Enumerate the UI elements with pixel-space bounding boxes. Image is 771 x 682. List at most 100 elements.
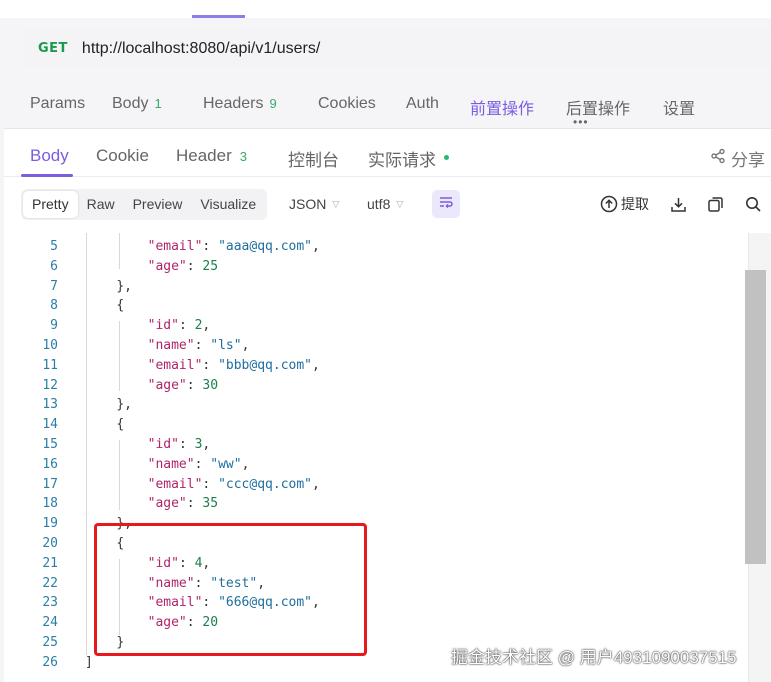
line-number: 16: [42, 456, 58, 472]
resp-tab-header-label: Header: [176, 146, 232, 165]
highlight-box: [94, 523, 367, 656]
json-number: 25: [202, 258, 219, 274]
chevron-down-icon: ▽: [332, 199, 340, 209]
line-number: 21: [42, 555, 58, 571]
share-label: 分享: [731, 151, 765, 170]
code-text: ]: [85, 653, 93, 673]
encoding-select[interactable]: utf8 ▽: [367, 196, 403, 212]
tab-auth-label: Auth: [406, 95, 439, 112]
request-url[interactable]: http://localhost:8080/api/v1/users/: [82, 40, 320, 58]
json-punctuation: },: [116, 278, 132, 294]
json-key: "email": [147, 239, 203, 254]
resp-tab-cookie-label: Cookie: [96, 146, 149, 165]
resp-tab-body[interactable]: Body: [30, 146, 69, 166]
line-number: 20: [42, 536, 58, 551]
json-punctuation: :: [178, 437, 195, 452]
download-button[interactable]: [670, 192, 687, 216]
resp-tab-actual-request[interactable]: 实际请求: [368, 146, 449, 171]
format-select[interactable]: JSON ▽: [289, 196, 339, 212]
code-text: "email": "bbb@qq.com",: [148, 356, 320, 376]
line-number: 7: [50, 278, 58, 294]
resp-tab-header-count: 3: [239, 149, 247, 164]
json-punctuation: :: [194, 338, 211, 353]
line-number: 23: [42, 595, 58, 611]
resp-tab-cookie[interactable]: Cookie: [96, 146, 149, 166]
code-text: "email": "ccc@qq.com",: [148, 475, 320, 495]
code-line: 12 "age": 30: [4, 376, 748, 396]
json-key: "age": [147, 377, 187, 393]
json-punctuation: ,: [202, 318, 211, 334]
code-line: 15 "id": 3,: [4, 435, 748, 455]
tab-cookies-label: Cookies: [318, 95, 376, 112]
tab-params[interactable]: Params: [30, 95, 85, 113]
tab-body-count: 1: [154, 96, 162, 111]
code-text: "age": 35: [148, 494, 218, 514]
url-bar[interactable]: GET http://localhost:8080/api/v1/users/: [22, 29, 771, 68]
code-line: 17 "email": "ccc@qq.com",: [4, 475, 748, 495]
top-tab-indicator: [192, 15, 245, 18]
json-punctuation: {: [116, 417, 125, 433]
resp-tab-header[interactable]: Header 3: [176, 146, 247, 166]
json-punctuation: :: [178, 318, 195, 334]
view-mode-preview[interactable]: Preview: [124, 191, 192, 218]
json-punctuation: :: [194, 456, 211, 472]
code-text: "id": 3,: [148, 435, 211, 455]
copy-icon: [707, 196, 724, 213]
json-punctuation: :: [186, 258, 203, 274]
tab-headers[interactable]: Headers 9: [203, 95, 277, 113]
scrollbar-thumb[interactable]: [745, 270, 766, 564]
code-line: 10 "name": "ls",: [4, 336, 748, 356]
format-select-value: JSON: [289, 196, 327, 212]
json-punctuation: ,: [312, 476, 320, 492]
code-line: 5 "email": "aaa@qq.com",: [4, 237, 748, 257]
code-line: 14 {: [4, 415, 748, 435]
json-key: "email": [147, 357, 203, 373]
json-key: "email": [147, 476, 203, 492]
json-punctuation: :: [202, 239, 219, 254]
json-string: "ls": [210, 338, 242, 353]
code-text: },: [116, 395, 132, 415]
tab-body[interactable]: Body 1: [112, 95, 162, 113]
json-string: "ccc@qq.com": [218, 476, 312, 492]
search-icon: [745, 196, 762, 213]
tab-params-label: Params: [30, 95, 86, 112]
code-text: {: [116, 296, 124, 316]
json-key: "age": [147, 258, 187, 274]
copy-button[interactable]: [707, 192, 724, 216]
resp-tab-console-label: 控制台: [288, 151, 339, 170]
line-number: 11: [42, 357, 58, 373]
json-punctuation: ,: [241, 338, 250, 353]
extract-button[interactable]: 提取: [600, 192, 649, 216]
json-punctuation: {: [116, 298, 125, 314]
wrap-lines-button[interactable]: [432, 190, 460, 218]
tab-settings[interactable]: 设置: [663, 95, 695, 119]
chevron-down-icon: ▽: [396, 199, 404, 209]
code-line: 11 "email": "bbb@qq.com",: [4, 356, 748, 376]
line-number: 18: [42, 496, 58, 512]
code-line: 8{: [4, 296, 748, 316]
tab-cookies[interactable]: Cookies: [318, 95, 376, 113]
code-text: "name": "ls",: [148, 336, 250, 356]
share-button[interactable]: 分享: [710, 146, 765, 171]
code-line: 16 "name": "ww",: [4, 455, 748, 475]
json-punctuation: :: [202, 357, 219, 373]
json-punctuation: ,: [312, 239, 320, 254]
json-string: "ww": [210, 456, 242, 472]
view-mode-raw[interactable]: Raw: [78, 191, 124, 218]
http-method[interactable]: GET: [38, 41, 68, 56]
view-mode-visualize[interactable]: Visualize: [191, 191, 265, 218]
code-line: 13},: [4, 395, 748, 415]
resp-tab-console[interactable]: 控制台: [288, 146, 339, 171]
tab-auth[interactable]: Auth: [406, 95, 439, 113]
json-key: "id": [147, 318, 179, 334]
tab-pre-request[interactable]: 前置操作: [470, 95, 534, 119]
tab-body-label: Body: [112, 95, 149, 112]
json-punctuation: ,: [312, 357, 320, 373]
code-text: {: [116, 415, 124, 435]
line-number: 8: [50, 298, 58, 314]
json-punctuation: :: [186, 377, 203, 393]
json-punctuation: :: [202, 476, 219, 492]
view-mode-pretty[interactable]: Pretty: [23, 191, 78, 218]
view-mode-switch: Pretty Raw Preview Visualize: [21, 189, 268, 220]
search-button[interactable]: [745, 192, 762, 216]
